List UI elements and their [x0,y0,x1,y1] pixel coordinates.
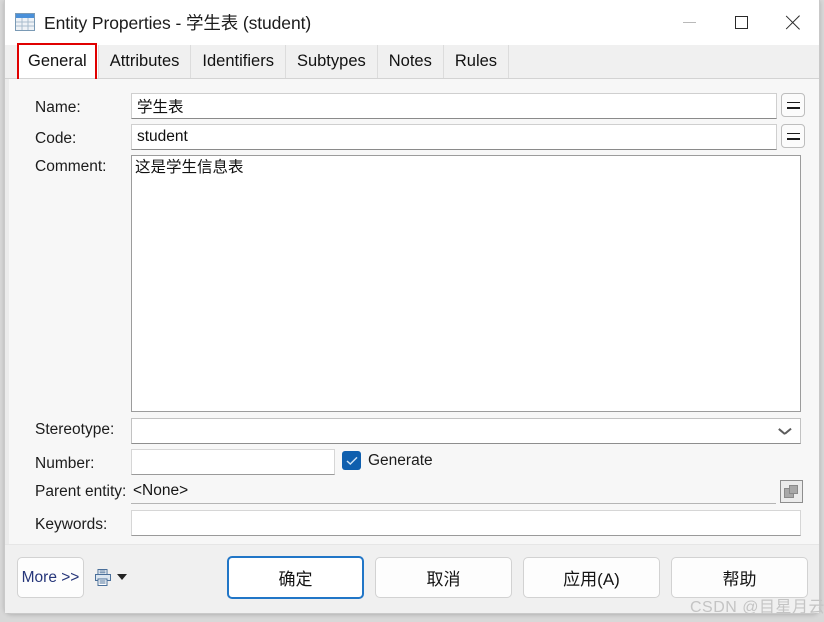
comment-textarea[interactable]: 这是学生信息表 [131,155,801,412]
name-label: Name: [35,99,81,116]
tab-notes[interactable]: Notes [377,45,444,78]
stereotype-combobox[interactable] [131,418,801,444]
code-input[interactable] [131,124,777,150]
keywords-row: Keywords: [35,513,130,534]
tab-rules-label: Rules [454,52,498,70]
tab-notes-label: Notes [388,52,432,70]
code-row: Code: [35,127,130,148]
dialog-footer: More >> 确定 取消 应用(A) 帮助 [5,544,819,613]
name-equals-button[interactable] [781,93,805,117]
tab-strip: General Attributes Identifiers Subtypes … [5,43,819,81]
comment-row: Comment: [35,158,130,176]
name-row: Name: [35,96,130,117]
tab-subtypes-label: Subtypes [296,52,366,70]
apply-button[interactable]: 应用(A) [523,557,660,598]
tab-attributes-label: Attributes [109,52,180,70]
chevron-down-icon[interactable] [117,574,127,580]
ok-button[interactable]: 确定 [227,556,364,599]
maximize-icon [734,15,748,29]
equals-icon [786,132,800,140]
tab-identifiers-label: Identifiers [202,52,274,70]
number-input[interactable] [131,449,335,475]
close-button[interactable] [767,0,819,44]
title-bar: Entity Properties - 学生表 (student) [5,0,819,45]
equals-icon [786,101,800,109]
tab-rules[interactable]: Rules [443,45,510,78]
maximize-button[interactable] [715,0,767,44]
chevron-down-icon [779,428,790,434]
close-icon [786,15,801,30]
number-label: Number: [35,455,95,472]
stereotype-row: Stereotype: [35,421,130,439]
keywords-input[interactable] [131,510,801,536]
parent-entity-value: <None> [131,479,776,504]
print-icon[interactable] [95,569,111,586]
parent-entity-browse-button[interactable] [780,480,803,503]
code-equals-button[interactable] [781,124,805,148]
stereotype-label: Stereotype: [35,421,115,438]
number-row: Number: [35,452,130,473]
generate-checkbox[interactable] [342,451,361,470]
name-input[interactable] [131,93,777,119]
check-icon [345,456,358,465]
more-button[interactable]: More >> [17,557,84,598]
entity-properties-dialog: Entity Properties - 学生表 (student) Genera… [4,0,820,614]
help-button[interactable]: 帮助 [671,557,808,598]
tab-subtypes[interactable]: Subtypes [285,45,378,78]
generate-label: Generate [368,451,433,469]
tab-attributes[interactable]: Attributes [98,45,192,78]
minimize-icon [682,21,696,23]
comment-label: Comment: [35,158,107,175]
window-title: Entity Properties - 学生表 (student) [44,12,312,33]
code-label: Code: [35,130,77,147]
select-object-icon [784,484,798,498]
tab-general-label: General [28,52,87,70]
table-icon [15,13,35,31]
generate-checkbox-row[interactable]: Generate [342,451,434,470]
general-tab-panel: Name: Code: Comment: 这是学生信息表 Stereotype:… [5,79,819,544]
tab-general[interactable]: General [17,43,99,81]
parent-entity-label: Parent entity: [35,483,127,500]
window-controls [663,0,819,44]
tab-identifiers[interactable]: Identifiers [191,45,286,78]
minimize-button[interactable] [663,0,715,44]
parent-entity-row: Parent entity: [35,483,130,501]
keywords-label: Keywords: [35,516,108,533]
cancel-button[interactable]: 取消 [375,557,512,598]
